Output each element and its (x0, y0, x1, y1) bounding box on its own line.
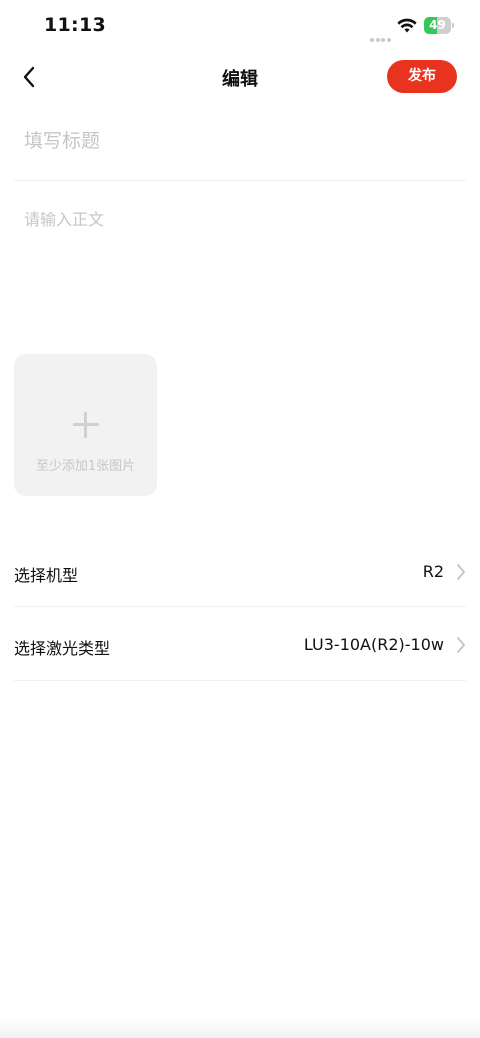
add-image-hint: 至少添加1张图片 (35, 459, 136, 474)
battery-icon: 49 (424, 17, 455, 34)
plus-icon (73, 412, 99, 438)
bottom-shadow (0, 1018, 480, 1038)
status-bar: 11:13 49 (0, 0, 480, 52)
publish-button[interactable]: 发布 (387, 60, 457, 93)
battery-level: 49 (429, 18, 446, 32)
status-time: 11:13 (44, 14, 106, 36)
select-model-label: 选择机型 (14, 566, 79, 585)
signal-icon (370, 27, 392, 42)
title-divider (14, 180, 466, 181)
chevron-right-icon (457, 637, 465, 653)
select-laser-type-label: 选择激光类型 (14, 639, 111, 658)
add-image-button[interactable]: 至少添加1张图片 (14, 354, 157, 496)
select-model-value: R2 (422, 562, 444, 581)
chevron-right-icon (457, 564, 465, 580)
edit-screen: 11:13 49 编辑 发布 填写标题 请输入正文 至少添加1张图片 选择机型 … (0, 0, 480, 1038)
body-input[interactable] (24, 206, 454, 336)
title-input[interactable] (24, 124, 454, 158)
wifi-icon (397, 17, 417, 33)
select-laser-type-row[interactable]: 选择激光类型 LU3-10A(R2)-10w (14, 608, 466, 682)
select-model-row[interactable]: 选择机型 R2 (14, 535, 466, 609)
row-divider (14, 606, 466, 607)
row-divider (14, 680, 466, 681)
nav-bar: 编辑 发布 (0, 52, 480, 104)
select-laser-type-value: LU3-10A(R2)-10w (303, 635, 444, 654)
